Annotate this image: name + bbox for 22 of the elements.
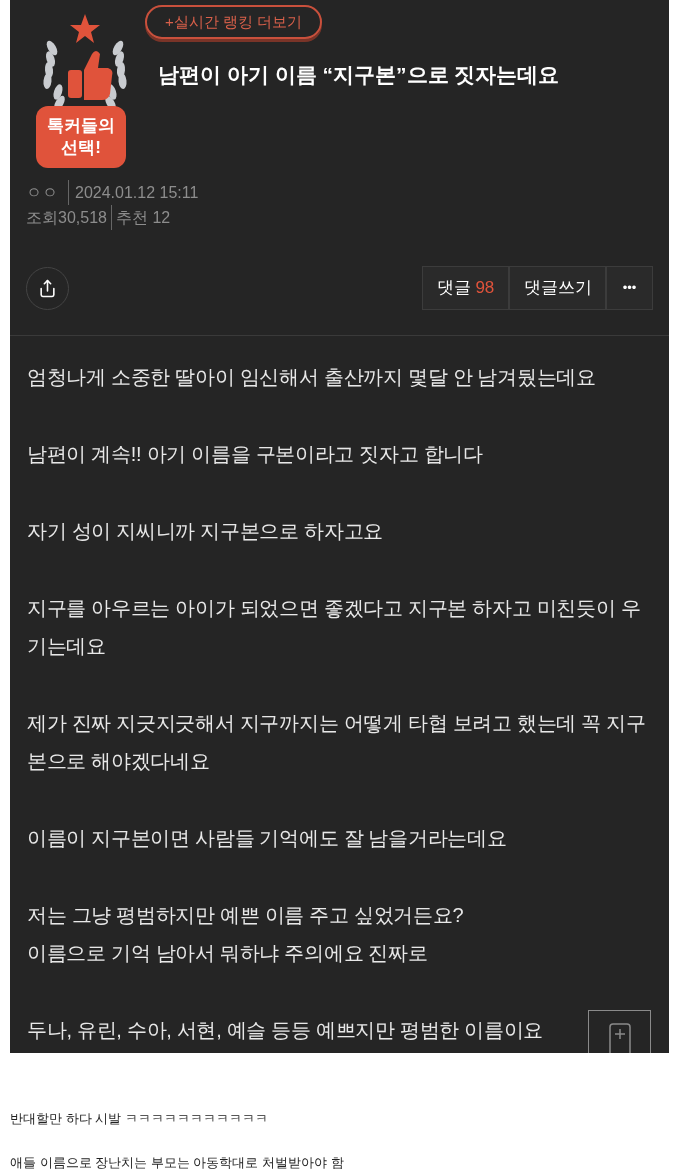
post-paragraph: 제가 진짜 지긋지긋해서 지구까지는 어떻게 타협 보려고 했는데 꼭 지구본으로 해야겠다네요 (27, 711, 647, 774)
post-paragraph: 엄청나게 소중한 딸아이 임신해서 출산까지 몇달 안 남겨뒀는데요 (27, 365, 596, 390)
comments-button[interactable]: 댓글 98 (422, 266, 509, 310)
post-paragraph: 자기 성이 지씨니까 지구본으로 하자고요 (27, 519, 383, 544)
recommend-count: 추천 12 (115, 208, 171, 228)
badge-label: 톡커들의 선택! (36, 106, 126, 168)
author-name: ㅇㅇ (26, 183, 58, 203)
post-date: 2024.01.12 15:11 (68, 180, 199, 205)
comment-text: 애들 이름으로 장난치는 부모는 아동학대로 처벌받아야 함 (10, 1153, 345, 1171)
ranking-button[interactable]: +실시간 랭킹 더보기 (145, 5, 323, 39)
share-icon (38, 278, 57, 298)
post-title: 남편이 아기 이름 “지구본”으로 짓자는데요 (158, 62, 560, 88)
post-paragraph: 지구를 아우르는 아이가 되었으면 좋겠다고 지구본 하자고 미친듯이 우기는데요 (27, 596, 642, 659)
view-count: 조회30,518 (26, 205, 112, 230)
post-paragraph: 이름이 지구본이면 사람들 기억에도 잘 남을거라는데요 (27, 826, 507, 851)
post-paragraph: 남편이 계속!! 아기 이름을 구본이라고 짓자고 합니다 (27, 442, 483, 467)
post-paragraph: 저는 그냥 평범하지만 예쁜 이름 주고 싶었거든요? 이름으로 기억 남아서 뭐하냐 주의에요 진짜로 (27, 903, 464, 966)
more-button[interactable]: ••• (606, 266, 653, 310)
comment-text: 반대할만 하다 시발 ㅋㅋㅋㅋㅋㅋㅋㅋㅋㅋㅋ (10, 1110, 269, 1128)
write-comment-button[interactable]: 댓글쓰기 (509, 266, 606, 310)
post-paragraph: 두나, 유린, 수아, 서현, 예슬 등등 예쁘지만 평범한 이름이요 (27, 1018, 544, 1043)
plus-icon (608, 1023, 631, 1053)
